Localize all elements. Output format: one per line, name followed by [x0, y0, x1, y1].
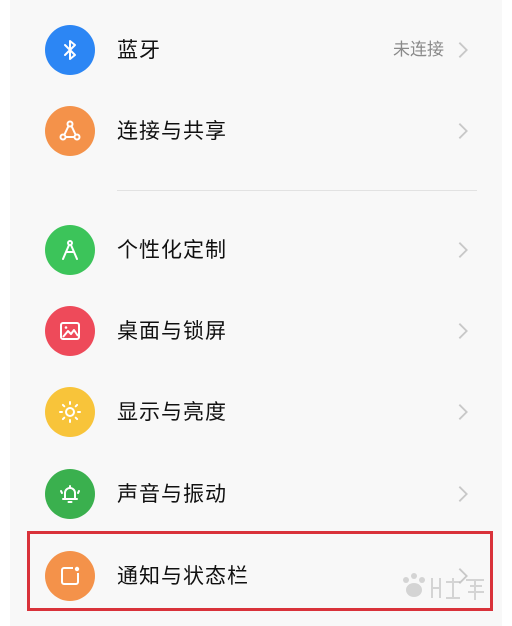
image-icon	[45, 306, 95, 356]
bluetooth-status: 未连接	[393, 40, 444, 60]
chevron-right-icon	[458, 242, 468, 258]
settings-item-sound-vibration[interactable]: 声音与振动	[10, 454, 502, 534]
settings-item-label: 连接与共享	[117, 119, 227, 143]
bluetooth-icon	[45, 25, 95, 75]
share-nodes-icon	[45, 106, 95, 156]
settings-item-label: 桌面与锁屏	[117, 319, 227, 343]
chevron-right-icon	[458, 42, 468, 58]
chevron-right-icon	[458, 404, 468, 420]
settings-item-personalization[interactable]: 个性化定制	[10, 210, 502, 290]
settings-item-label: 显示与亮度	[117, 400, 227, 424]
settings-item-desktop-lockscreen[interactable]: 桌面与锁屏	[10, 291, 502, 371]
screen: 蓝牙 未连接 连接与共享 个性化定制 桌面与锁屏 显示与亮度 声音与振动 通知与…	[0, 0, 512, 626]
sun-icon	[45, 387, 95, 437]
watermark-logo	[403, 573, 484, 600]
bell-icon	[45, 469, 95, 519]
settings-item-label: 个性化定制	[117, 238, 227, 262]
chevron-right-icon	[458, 486, 468, 502]
chevron-right-icon	[458, 123, 468, 139]
settings-item-label: 声音与振动	[117, 482, 227, 506]
compass-icon	[45, 225, 95, 275]
settings-item-connection-sharing[interactable]: 连接与共享	[10, 91, 502, 171]
settings-item-display-brightness[interactable]: 显示与亮度	[10, 372, 502, 452]
settings-item-label: 蓝牙	[117, 38, 161, 62]
chevron-right-icon	[458, 323, 468, 339]
section-divider	[117, 190, 477, 191]
settings-item-bluetooth[interactable]: 蓝牙 未连接	[10, 10, 502, 90]
